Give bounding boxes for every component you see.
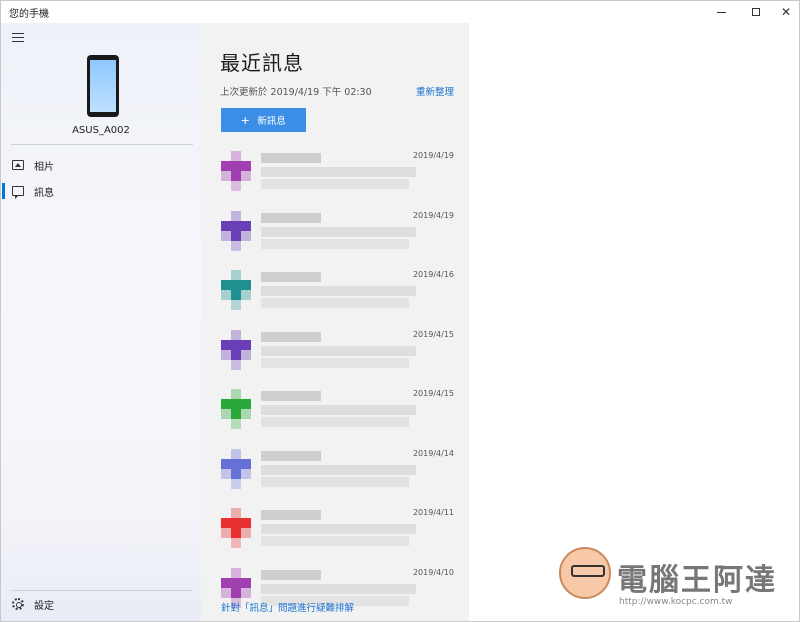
watermark-url: http://www.kocpc.com.tw [619, 597, 733, 607]
watermark: 電腦王阿達 http://www.kocpc.com.tw [559, 543, 794, 618]
contact-avatar [221, 508, 251, 548]
conversation-item[interactable]: 2019/4/19 [201, 151, 469, 205]
blurred-preview [261, 298, 409, 308]
blurred-preview [261, 345, 416, 356]
nav-item-label: 相片 [34, 161, 54, 173]
nav-item-photos[interactable]: 相片 [1, 152, 201, 178]
minimize-button[interactable] [701, 1, 741, 23]
window-title: 您的手機 [9, 9, 49, 20]
troubleshoot-link[interactable]: 針對「訊息」問題進行疑難排解 [221, 600, 354, 614]
blurred-preview [261, 212, 321, 223]
contact-avatar [221, 389, 251, 429]
side-nav: ASUS_A002 相片 訊息 設定 [1, 23, 201, 621]
blurred-preview [261, 536, 409, 546]
nav-item-messages[interactable]: 訊息 [1, 178, 201, 204]
message-icon [12, 186, 24, 199]
contact-avatar [221, 210, 251, 251]
maximize-icon [752, 8, 760, 16]
blurred-preview [261, 167, 416, 177]
device-name: ASUS_A002 [72, 125, 130, 136]
page-title: 最近訊息 [220, 51, 304, 75]
conversation-date: 2019/4/19 [412, 210, 454, 220]
minimize-icon [716, 11, 726, 13]
blurred-preview [261, 524, 416, 534]
app-window: 您的手機 ✕ ASUS_A002 相片 訊息 設定 最近訊息 上次更新於 201… [0, 0, 800, 622]
contact-avatar [221, 448, 251, 489]
gear-icon [12, 598, 24, 610]
blurred-preview [261, 226, 416, 237]
blurred-preview [261, 510, 321, 520]
refresh-link[interactable]: 重新整理 [416, 84, 454, 98]
conversation-date: 2019/4/14 [412, 448, 454, 458]
blurred-preview [261, 238, 409, 249]
messages-pane: 最近訊息 上次更新於 2019/4/19 下午 02:30 重新整理 + 新訊息… [201, 23, 469, 621]
nav-item-label: 訊息 [34, 187, 54, 199]
nav-item-label: 設定 [34, 600, 54, 612]
conversation-date: 2019/4/16 [412, 270, 454, 279]
title-bar: 您的手機 ✕ [1, 1, 799, 23]
plus-icon: + [241, 112, 250, 128]
conversation-item[interactable]: 2019/4/11 [201, 508, 469, 562]
blurred-preview [261, 331, 321, 342]
contact-avatar [221, 270, 251, 310]
conversation-item[interactable]: 2019/4/16 [201, 270, 469, 324]
conversation-date: 2019/4/11 [412, 508, 454, 517]
blurred-preview [261, 357, 409, 368]
new-message-label: 新訊息 [257, 116, 286, 127]
new-message-button[interactable]: + 新訊息 [221, 108, 306, 132]
blurred-preview [261, 391, 321, 401]
nav-item-settings[interactable]: 設定 [1, 591, 201, 617]
selection-indicator [2, 183, 5, 199]
conversation-item[interactable]: 2019/4/15 [201, 389, 469, 443]
photos-icon [12, 160, 24, 170]
blurred-preview [261, 476, 409, 487]
conversation-date: 2019/4/19 [412, 151, 454, 160]
blurred-preview [261, 272, 321, 282]
contact-avatar [221, 329, 251, 370]
blurred-preview [261, 464, 416, 475]
blurred-preview [261, 153, 321, 163]
conversation-item[interactable]: 2019/4/14 [201, 448, 469, 503]
mascot-face-icon [559, 547, 611, 599]
blurred-preview [261, 179, 409, 189]
blurred-preview [261, 417, 409, 427]
last-updated-text: 上次更新於 2019/4/19 下午 02:30 [220, 87, 372, 98]
conversation-item[interactable]: 2019/4/19 [201, 210, 469, 265]
blurred-preview [261, 583, 416, 594]
conversation-date: 2019/4/15 [412, 329, 454, 339]
blurred-preview [261, 286, 416, 296]
close-button[interactable]: ✕ [766, 1, 800, 23]
contact-avatar [221, 151, 251, 191]
conversation-date: 2019/4/10 [412, 567, 454, 577]
watermark-text: 電腦王阿達 [617, 563, 777, 598]
conversation-date: 2019/4/15 [412, 389, 454, 398]
nav-divider [11, 144, 193, 145]
close-icon: ✕ [780, 5, 792, 19]
blurred-preview [261, 405, 416, 415]
blurred-preview [261, 569, 321, 580]
blurred-preview [261, 450, 321, 461]
content-area: 電腦王阿達 http://www.kocpc.com.tw [469, 23, 799, 621]
phone-icon [87, 55, 119, 117]
hamburger-icon[interactable] [12, 33, 24, 45]
conversation-item[interactable]: 2019/4/15 [201, 329, 469, 384]
